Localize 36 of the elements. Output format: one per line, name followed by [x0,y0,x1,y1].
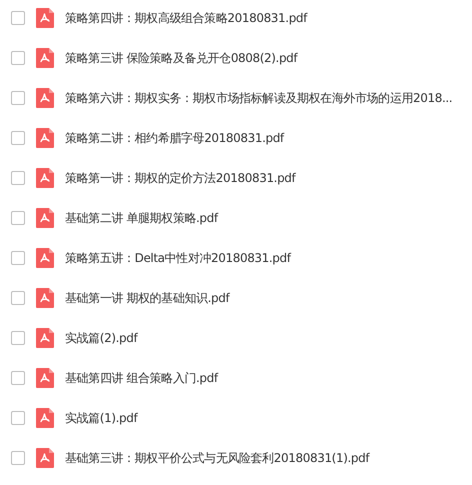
pdf-file-icon [36,408,54,428]
checkbox[interactable] [11,371,25,385]
pdf-file-icon [36,448,54,468]
checkbox[interactable] [11,131,25,145]
pdf-file-icon [36,128,54,148]
checkbox[interactable] [11,211,25,225]
pdf-file-icon [36,48,54,68]
file-name[interactable]: 策略第二讲：相约希腊字母20180831.pdf [65,130,284,146]
checkbox[interactable] [11,251,25,265]
file-name[interactable]: 策略第四讲：期权高级组合策略20180831.pdf [65,10,307,26]
checkbox[interactable] [11,331,25,345]
checkbox[interactable] [11,11,25,25]
checkbox[interactable] [11,51,25,65]
pdf-file-icon [36,368,54,388]
checkbox[interactable] [11,291,25,305]
file-name[interactable]: 基础第二讲 单腿期权策略.pdf [65,210,218,226]
checkbox[interactable] [11,91,25,105]
file-name[interactable]: 实战篇(1).pdf [65,410,138,426]
file-name[interactable]: 基础第一讲 期权的基础知识.pdf [65,290,230,306]
pdf-file-icon [36,328,54,348]
pdf-file-icon [36,288,54,308]
pdf-file-icon [36,208,54,228]
pdf-file-icon [36,88,54,108]
checkbox[interactable] [11,451,25,465]
checkbox[interactable] [11,171,25,185]
file-name[interactable]: 策略第六讲：期权实务：期权市场指标解读及期权在海外市场的运用2018... [65,90,452,106]
file-name[interactable]: 策略第三讲 保险策略及备兑开仓0808(2).pdf [65,50,298,66]
pdf-file-icon [36,8,54,28]
file-name[interactable]: 基础第四讲 组合策略入门.pdf [65,370,218,386]
file-name[interactable]: 基础第三讲：期权平价公式与无风险套利20180831(1).pdf [65,450,370,466]
file-name[interactable]: 实战篇(2).pdf [65,330,138,346]
pdf-file-icon [36,168,54,188]
file-name[interactable]: 策略第五讲：Delta中性对冲20180831.pdf [65,250,291,266]
pdf-file-icon [36,248,54,268]
checkbox[interactable] [11,411,25,425]
file-name[interactable]: 策略第一讲：期权的定价方法20180831.pdf [65,170,296,186]
